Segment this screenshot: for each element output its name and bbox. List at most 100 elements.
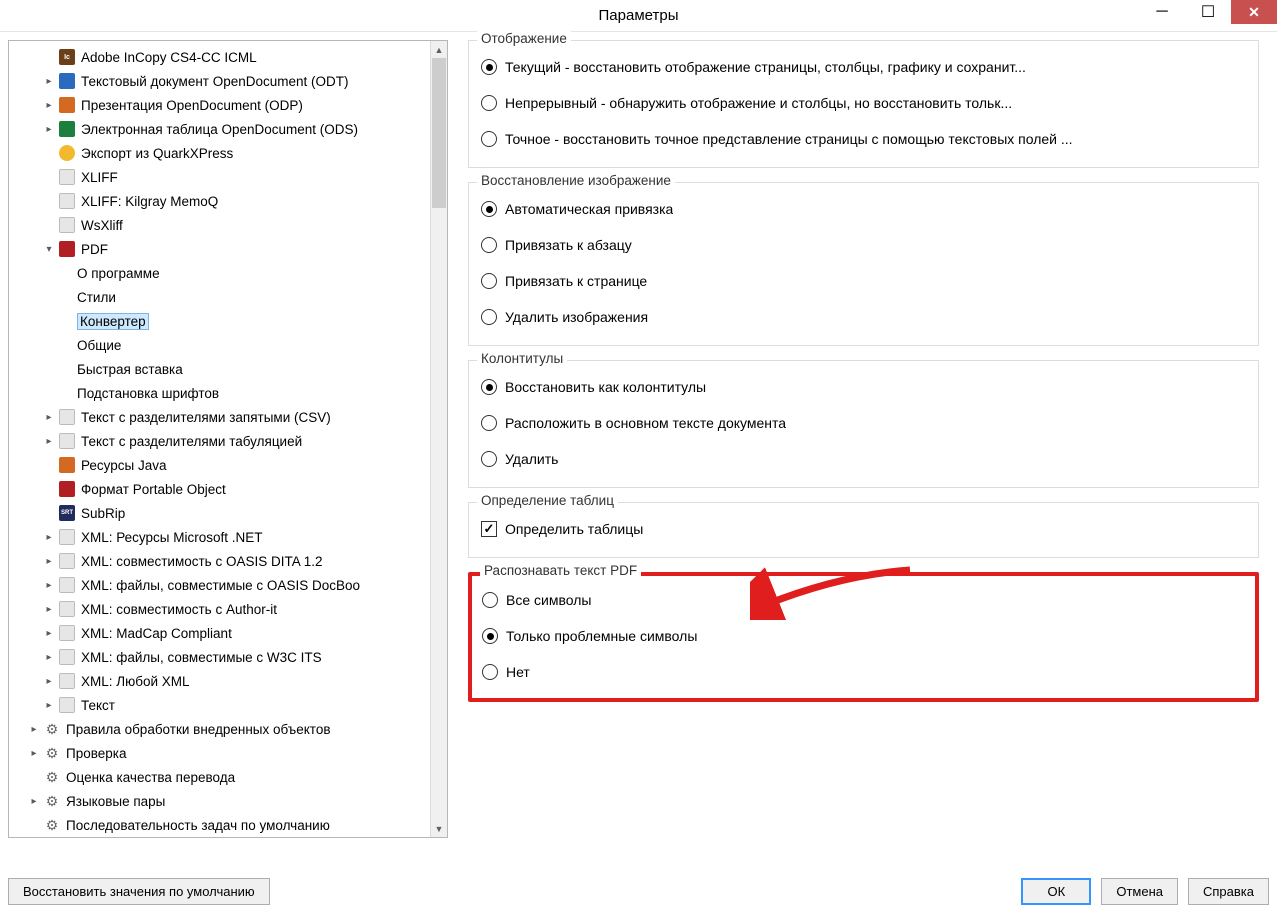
tree-item-label: XML: MadCap Compliant xyxy=(81,626,232,641)
tree-item[interactable]: ▸Конвертер xyxy=(9,309,447,333)
chevron-right-icon[interactable]: ▸ xyxy=(43,435,55,447)
tree-item[interactable]: ▸Стили xyxy=(9,285,447,309)
scroll-down-icon[interactable]: ▼ xyxy=(431,820,447,837)
radio-option[interactable]: Только проблемные символы xyxy=(482,618,1245,654)
radio-icon xyxy=(481,201,497,217)
tree-item[interactable]: ▸⚙Проверка xyxy=(9,741,447,765)
tree-item[interactable]: ▸XML: Любой XML xyxy=(9,669,447,693)
scroll-thumb[interactable] xyxy=(432,58,446,208)
tree-item[interactable]: ▸Ресурсы Java xyxy=(9,453,447,477)
chevron-right-icon[interactable]: ▸ xyxy=(43,555,55,567)
group-tables-title: Определение таблиц xyxy=(477,493,618,508)
tree-item[interactable]: ▸XML: файлы, совместимые с W3C ITS xyxy=(9,645,447,669)
chevron-right-icon[interactable]: ▸ xyxy=(28,747,40,759)
tree-item-label: XML: файлы, совместимые с OASIS DocBoo xyxy=(81,578,360,593)
ok-button[interactable]: ОК xyxy=(1021,878,1091,905)
chevron-right-icon[interactable]: ▸ xyxy=(43,699,55,711)
radio-icon xyxy=(481,415,497,431)
subrip-icon: SRT xyxy=(59,505,75,521)
tree-item[interactable]: ▸Текст xyxy=(9,693,447,717)
tree-item[interactable]: ▸XLIFF xyxy=(9,165,447,189)
tree-item[interactable]: ▸О программе xyxy=(9,261,447,285)
tree-item[interactable]: ▸ XML: совместимость с Author-it xyxy=(9,597,447,621)
group-display: Отображение Текущий - восстановить отобр… xyxy=(468,40,1259,168)
tree-item[interactable]: ▸Презентация OpenDocument (ODP) xyxy=(9,93,447,117)
tree-item[interactable]: ▸Подстановка шрифтов xyxy=(9,381,447,405)
chevron-right-icon[interactable]: ▸ xyxy=(43,531,55,543)
chevron-right-icon[interactable]: ▸ xyxy=(43,603,55,615)
help-button[interactable]: Справка xyxy=(1188,878,1269,905)
tree-item[interactable]: ▸Быстрая вставка xyxy=(9,357,447,381)
radio-icon xyxy=(481,95,497,111)
radio-label: Нет xyxy=(506,664,530,680)
gear-icon: ⚙ xyxy=(44,769,60,785)
radio-label: Расположить в основном тексте документа xyxy=(505,415,786,431)
radio-icon xyxy=(481,379,497,395)
chevron-right-icon[interactable]: ▸ xyxy=(28,795,40,807)
radio-option[interactable]: Точное - восстановить точное представлен… xyxy=(481,121,1246,157)
tree-item-label: XML: совместимость с Author-it xyxy=(81,602,277,617)
tree-item[interactable]: ▸ XML: файлы, совместимые с OASIS DocBoo xyxy=(9,573,447,597)
tree-item-label: SubRip xyxy=(81,506,125,521)
tree-item[interactable]: ▸Формат Portable Object xyxy=(9,477,447,501)
maximize-button[interactable]: ☐ xyxy=(1185,0,1231,24)
tree-item[interactable]: ▸⚙Последовательность задач по умолчанию xyxy=(9,813,447,837)
radio-icon xyxy=(481,59,497,75)
chevron-right-icon[interactable]: ▸ xyxy=(43,627,55,639)
radio-option[interactable]: Нет xyxy=(482,654,1245,690)
chevron-right-icon[interactable]: ▸ xyxy=(43,411,55,423)
radio-option[interactable]: Привязать к абзацу xyxy=(481,227,1246,263)
tree-item[interactable]: ▸Электронная таблица OpenDocument (ODS) xyxy=(9,117,447,141)
tree-item[interactable]: ▸Экспорт из QuarkXPress xyxy=(9,141,447,165)
tree-item[interactable]: ▸⚙Правила обработки внедренных объектов xyxy=(9,717,447,741)
check-detect-tables[interactable]: ✓ Определить таблицы xyxy=(481,511,1246,547)
radio-option[interactable]: Удалить изображения xyxy=(481,299,1246,335)
radio-option[interactable]: Непрерывный - обнаружить отображение и с… xyxy=(481,85,1246,121)
tree-item[interactable]: ▸Текстовый документ OpenDocument (ODT) xyxy=(9,69,447,93)
tree-item[interactable]: ▸SRTSubRip xyxy=(9,501,447,525)
tree-item[interactable]: ▸⚙Оценка качества перевода xyxy=(9,765,447,789)
ods-icon xyxy=(59,121,75,137)
chevron-right-icon[interactable]: ▸ xyxy=(43,579,55,591)
tree-item[interactable]: ▾PDF xyxy=(9,237,447,261)
scroll-up-icon[interactable]: ▲ xyxy=(431,41,447,58)
radio-option[interactable]: Все символы xyxy=(482,582,1245,618)
radio-label: Непрерывный - обнаружить отображение и с… xyxy=(505,95,1012,111)
tree-item[interactable]: ▸IcAdobe InCopy CS4-CC ICML xyxy=(9,45,447,69)
xml-icon xyxy=(59,553,75,569)
tree-item[interactable]: ▸Текст с разделителями табуляцией xyxy=(9,429,447,453)
cancel-button[interactable]: Отмена xyxy=(1101,878,1178,905)
tree-item[interactable]: ▸WsXliff xyxy=(9,213,447,237)
radio-option[interactable]: Расположить в основном тексте документа xyxy=(481,405,1246,441)
footer: Восстановить значения по умолчанию ОК От… xyxy=(8,878,1269,905)
tree-item[interactable]: ▸Текст с разделителями запятыми (CSV) xyxy=(9,405,447,429)
radio-option[interactable]: Привязать к странице xyxy=(481,263,1246,299)
tree-item[interactable]: ▸⚙Языковые пары xyxy=(9,789,447,813)
radio-option[interactable]: Восстановить как колонтитулы xyxy=(481,369,1246,405)
minimize-button[interactable]: ─ xyxy=(1139,0,1185,24)
chevron-right-icon[interactable]: ▸ xyxy=(28,723,40,735)
window-buttons: ─ ☐ ✕ xyxy=(1139,0,1277,24)
tree-item[interactable]: ▸ XML: MadCap Compliant xyxy=(9,621,447,645)
tree-item[interactable]: ▸XML: Ресурсы Microsoft .NET xyxy=(9,525,447,549)
chevron-right-icon[interactable]: ▸ xyxy=(43,651,55,663)
radio-option[interactable]: Текущий - восстановить отображение стран… xyxy=(481,49,1246,85)
chevron-down-icon[interactable]: ▾ xyxy=(43,243,55,255)
radio-option[interactable]: Автоматическая привязка xyxy=(481,191,1246,227)
reset-button[interactable]: Восстановить значения по умолчанию xyxy=(8,878,270,905)
chevron-right-icon[interactable]: ▸ xyxy=(43,75,55,87)
chevron-right-icon[interactable]: ▸ xyxy=(43,99,55,111)
xliff-icon xyxy=(59,217,75,233)
odp-icon xyxy=(59,97,75,113)
tree-scrollbar[interactable]: ▲ ▼ xyxy=(430,41,447,837)
xml-icon xyxy=(59,577,75,593)
tree-item[interactable]: ▸XML: совместимость с OASIS DITA 1.2 xyxy=(9,549,447,573)
tree-item[interactable]: ▸XLIFF: Kilgray MemoQ xyxy=(9,189,447,213)
tree-item[interactable]: ▸Общие xyxy=(9,333,447,357)
chevron-right-icon[interactable]: ▸ xyxy=(43,123,55,135)
close-button[interactable]: ✕ xyxy=(1231,0,1277,24)
titlebar: Параметры ─ ☐ ✕ xyxy=(0,0,1277,32)
radio-option[interactable]: Удалить xyxy=(481,441,1246,477)
chevron-right-icon[interactable]: ▸ xyxy=(43,675,55,687)
scroll-track[interactable] xyxy=(431,58,447,820)
